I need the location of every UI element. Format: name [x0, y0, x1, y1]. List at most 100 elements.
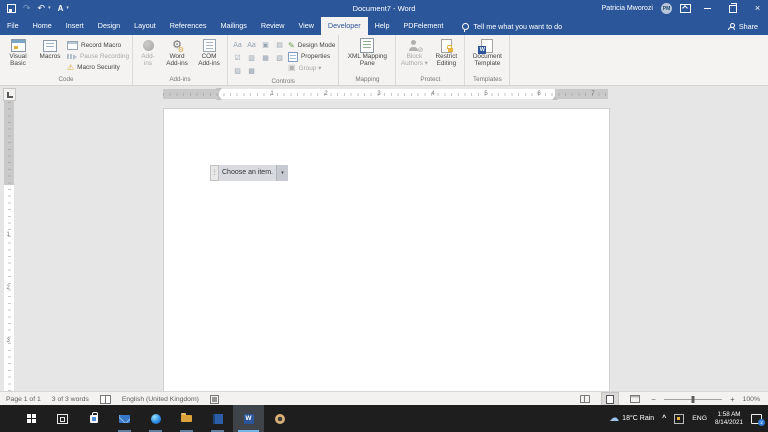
- visual-basic-button[interactable]: Visual Basic: [3, 37, 33, 67]
- zoom-in-button[interactable]: +: [730, 395, 735, 404]
- tab-home[interactable]: Home: [26, 17, 59, 35]
- tab-review[interactable]: Review: [254, 17, 292, 35]
- right-indent-marker[interactable]: [552, 96, 558, 100]
- group-label-code: Code: [58, 76, 74, 83]
- design-mode-button[interactable]: ✎ Design Mode: [288, 40, 335, 51]
- word-add-ins-button[interactable]: ⚙ ⚙ Word Add-ins: [162, 37, 192, 68]
- com-add-ins-icon: [202, 39, 216, 52]
- windows-taskbar: W ☁ 18°C Rain ^ ENG 1:58 AM 8/14/2021 2: [0, 405, 768, 432]
- undo-icon[interactable]: ↶: [38, 0, 46, 17]
- tab-view[interactable]: View: [291, 17, 320, 35]
- customize-qat-icon[interactable]: ▾: [66, 0, 69, 17]
- language-switcher[interactable]: ENG: [692, 415, 707, 422]
- macro-security-button[interactable]: ⚠ Macro Security: [67, 62, 129, 73]
- close-button[interactable]: ×: [749, 0, 766, 17]
- avatar[interactable]: PM: [661, 3, 672, 14]
- mail-button[interactable]: [109, 405, 140, 432]
- book-app-button[interactable]: [202, 405, 233, 432]
- zoom-slider[interactable]: [663, 395, 722, 403]
- content-control-dropdown-icon[interactable]: ▾: [275, 165, 288, 181]
- file-explorer-button[interactable]: [171, 405, 202, 432]
- weather-widget[interactable]: ☁ 18°C Rain: [609, 413, 654, 424]
- tab-design[interactable]: Design: [91, 17, 127, 35]
- repeating-section-control-icon[interactable]: ▨: [231, 65, 244, 77]
- redo-icon[interactable]: ↷: [23, 0, 31, 17]
- read-mode-button[interactable]: [577, 393, 593, 405]
- building-block-control-icon[interactable]: ▤: [273, 39, 286, 51]
- pdfelement-taskbar-button[interactable]: [264, 405, 295, 432]
- tab-insert[interactable]: Insert: [59, 17, 91, 35]
- macros-button[interactable]: Macros: [35, 37, 65, 60]
- save-icon[interactable]: [7, 4, 16, 13]
- undo-dropdown-icon[interactable]: ▾: [48, 0, 51, 17]
- word-count[interactable]: 3 of 3 words: [52, 396, 89, 403]
- ruler-mark: 3: [377, 90, 381, 97]
- dropdown-list-control-icon[interactable]: ▦: [259, 52, 272, 64]
- tab-pdfelement[interactable]: PDFelement: [396, 17, 450, 35]
- group-label-protect: Protect: [420, 76, 441, 83]
- zoom-out-button[interactable]: −: [651, 395, 656, 404]
- vertical-ruler[interactable]: 1 2 3: [4, 101, 14, 391]
- document-template-button[interactable]: W Document Template: [468, 37, 506, 67]
- action-center-button[interactable]: 2: [751, 413, 765, 426]
- content-control-handle[interactable]: ⋮: [210, 165, 219, 181]
- ribbon-display-options-icon[interactable]: [680, 4, 691, 13]
- account-name[interactable]: Patricia Mworozi: [602, 5, 653, 12]
- minimize-button[interactable]: [699, 0, 716, 17]
- tab-help[interactable]: Help: [368, 17, 397, 35]
- restore-button[interactable]: [724, 0, 741, 17]
- tab-selector-button[interactable]: [3, 88, 16, 101]
- edge-button[interactable]: [140, 405, 171, 432]
- properties-button[interactable]: Properties: [288, 51, 335, 62]
- window-title: Document7 - Word: [352, 4, 416, 13]
- language-indicator[interactable]: English (United Kingdom): [122, 396, 199, 403]
- document-page[interactable]: ⋮ Choose an item. ▾: [163, 108, 610, 391]
- picture-control-icon[interactable]: ▣: [259, 39, 272, 51]
- web-layout-icon: [630, 395, 641, 403]
- read-aloud-icon[interactable]: A: [58, 0, 64, 17]
- zoom-level[interactable]: 100%: [743, 396, 760, 403]
- zoom-slider-thumb[interactable]: [691, 395, 695, 403]
- checkbox-control-icon[interactable]: ☑: [231, 52, 244, 64]
- show-hidden-icons-button[interactable]: ^: [662, 415, 666, 422]
- properties-icon: [288, 51, 299, 62]
- horizontal-ruler[interactable]: 1 2 3 4 5 6 7: [163, 88, 608, 100]
- date-picker-control-icon[interactable]: ▧: [273, 52, 286, 64]
- rich-text-control-icon[interactable]: Aa: [231, 39, 244, 51]
- plain-text-control-icon[interactable]: Aa: [245, 39, 258, 51]
- tab-mailings[interactable]: Mailings: [214, 17, 254, 35]
- proofing-errors-icon[interactable]: [99, 394, 111, 404]
- tab-developer[interactable]: Developer: [320, 17, 368, 35]
- person-icon: [727, 22, 735, 30]
- edge-icon: [150, 413, 161, 424]
- tell-me-box[interactable]: Tell me what you want to do: [462, 22, 562, 32]
- restrict-editing-button[interactable]: Restrict Editing: [431, 37, 461, 67]
- xml-mapping-pane-button[interactable]: XML Mapping Pane: [342, 37, 392, 67]
- first-line-indent-marker[interactable]: [216, 88, 222, 92]
- tab-references[interactable]: References: [163, 17, 214, 35]
- tab-layout[interactable]: Layout: [127, 17, 163, 35]
- mail-icon: [119, 414, 130, 423]
- tray-icon[interactable]: [674, 413, 685, 424]
- microsoft-store-button[interactable]: [78, 405, 109, 432]
- dropdown-content-control[interactable]: ⋮ Choose an item. ▾: [210, 165, 288, 181]
- page-indicator[interactable]: Page 1 of 1: [6, 396, 41, 403]
- combo-box-control-icon[interactable]: ▥: [245, 52, 258, 64]
- task-view-button[interactable]: [47, 405, 78, 432]
- legacy-tools-icon[interactable]: ▩: [245, 65, 258, 77]
- start-button[interactable]: [16, 405, 47, 432]
- clock[interactable]: 1:58 AM 8/14/2021: [715, 411, 743, 426]
- macro-recording-icon[interactable]: [209, 394, 219, 404]
- record-macro-button[interactable]: Record Macro: [67, 40, 129, 51]
- ribbon-tab-bar: File Home Insert Design Layout Reference…: [0, 17, 768, 35]
- hanging-indent-marker[interactable]: [216, 96, 222, 100]
- print-layout-button[interactable]: [601, 392, 620, 406]
- com-add-ins-button[interactable]: COM Add-ins: [194, 37, 224, 67]
- share-label: Share: [738, 21, 758, 31]
- windows-logo-icon: [27, 414, 36, 423]
- share-button[interactable]: Share: [727, 21, 768, 31]
- content-control-text[interactable]: Choose an item.: [219, 165, 276, 181]
- tab-file[interactable]: File: [0, 17, 26, 35]
- web-layout-button[interactable]: [627, 393, 643, 405]
- word-taskbar-button[interactable]: W: [233, 405, 264, 432]
